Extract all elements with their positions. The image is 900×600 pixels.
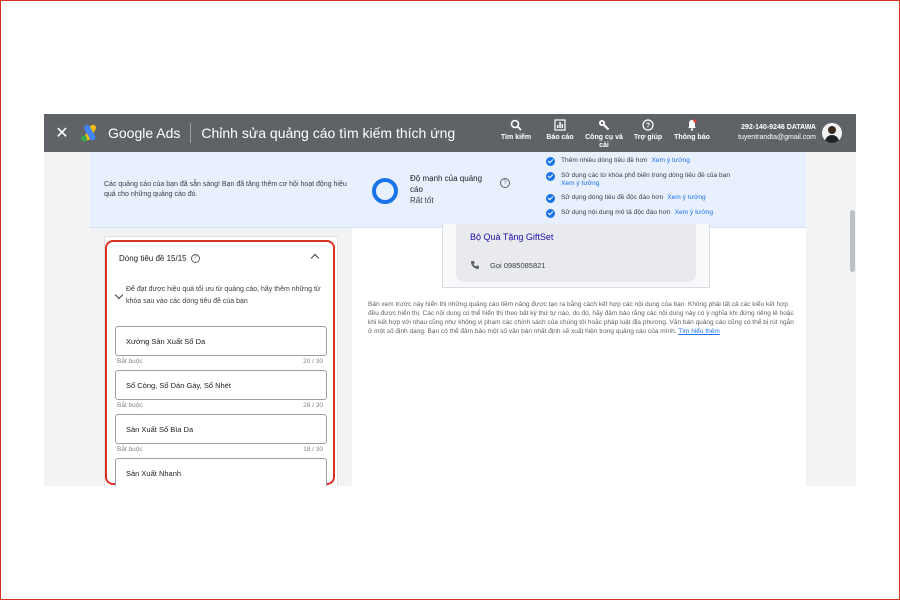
tip-link[interactable]: Xem ý tưởng [675,209,713,216]
search-label: Tìm kiếm [500,134,532,141]
top-bar: ✕ Google Ads Chỉnh sửa quảng cáo tìm kiế… [44,114,856,152]
required-hint: Bắt buộc [117,446,143,453]
reports-label: Báo cáo [546,134,574,141]
ad-strength: Độ mạnh của quảng cáo Rất tốt [410,173,494,206]
headlines-title: Dòng tiêu đề 15/15 ? [119,254,200,263]
help-button[interactable]: ? Trợ giúp [626,114,670,152]
brand-name: Google Ads [108,125,181,141]
ad-strength-tips: Thêm nhiều dòng tiêu đề hơn Xem ý tưởng S… [546,157,796,224]
search-button[interactable]: Tìm kiếm [494,114,538,152]
headline-input-1[interactable]: Xưởng Sản Xuất Sổ Da [115,326,327,356]
account-phone: 292-140-9246 DATAWA [741,124,816,131]
toolbar: Tìm kiếm Báo cáo Công cụ và cài ? Trợ gi… [494,114,714,152]
tip-item: Sử dụng các từ khóa phổ biến trong dòng … [546,172,796,188]
tip-text: Sử dụng dòng tiêu đề độc đáo hơn [561,194,664,201]
page-title: Chỉnh sửa quảng cáo tìm kiếm thích ứng [201,125,456,141]
notifications-button[interactable]: Thông báo [670,114,714,152]
tip-link[interactable]: Xem ý tưởng [561,180,599,187]
char-count: 18 / 30 [303,446,323,453]
check-circle-icon [546,194,555,203]
chevron-down-icon[interactable] [114,292,124,302]
headlines-section: Dòng tiêu đề 15/15 ? Để đạt được hiệu qu… [105,240,335,486]
ad-strength-banner: Các quảng cáo của bạn đã sẵn sàng! Bạn đ… [90,152,806,228]
ad-strength-ring-icon [372,178,398,204]
wrench-icon [598,118,610,132]
headline-input-4[interactable]: Sản Xuất Nhanh [115,458,327,486]
avatar[interactable] [822,123,842,143]
tip-link[interactable]: Xem ý tưởng [667,194,705,201]
check-circle-icon [546,209,555,218]
chevron-up-icon[interactable] [309,251,321,263]
char-count: 28 / 30 [303,402,323,409]
tools-label: Công cụ và cài [585,134,623,149]
notifications-label: Thông báo [674,134,710,141]
ad-strength-value: Rất tốt [410,196,434,205]
headlines-help-icon[interactable]: ? [190,254,200,263]
reports-button[interactable]: Báo cáo [538,114,582,152]
google-ads-logo-icon [80,124,100,142]
scrollbar[interactable] [850,210,855,272]
required-hint: Bắt buộc [117,358,143,365]
tip-item: Sử dụng dòng tiêu đề độc đáo hơn Xem ý tư… [546,194,796,203]
account-email: tuyentrandta@gmail.com [738,134,816,141]
tools-button[interactable]: Công cụ và cài [582,114,626,152]
google-ads-editor: ✕ Google Ads Chỉnh sửa quảng cáo tìm kiế… [44,114,856,486]
search-icon [510,118,522,132]
ad-call-extension[interactable]: Gọi 0985085821 [470,260,545,270]
close-icon[interactable]: ✕ [44,114,80,152]
ad-preview-card: Bộ Quà Tặng GiftSet Gọi 0985085821 [456,224,696,282]
account-info[interactable]: 292-140-9246 DATAWA tuyentrandta@gmail.c… [738,123,816,143]
call-text: Gọi 0985085821 [490,260,546,270]
learn-more-link[interactable]: Tìm hiểu thêm [678,328,720,335]
reports-icon [554,118,566,132]
tip-link[interactable]: Xem ý tưởng [651,157,689,164]
ad-preview-title[interactable]: Bộ Quà Tặng GiftSet [470,232,553,242]
preview-disclaimer: Bản xem trước này hiển thị những quảng c… [368,300,794,336]
headline-meta-3: Bắt buộc 18 / 30 [117,446,323,453]
check-circle-icon [546,157,555,166]
headline-meta-2: Bắt buộc 28 / 30 [117,402,323,409]
tip-item: Sử dụng nội dung mô tả độc đáo hơn Xem ý … [546,209,796,218]
headline-meta-1: Bắt buộc 20 / 30 [117,358,323,365]
headline-input-2[interactable]: Sổ Còng, Sổ Dán Gáy, Sổ Nhét [115,370,327,400]
title-divider [190,123,192,143]
banner-message: Các quảng cáo của bạn đã sẵn sàng! Bạn đ… [104,181,347,198]
ad-strength-help-icon[interactable]: ? [500,178,510,188]
tip-item: Thêm nhiều dòng tiêu đề hơn Xem ý tưởng [546,157,796,166]
check-circle-icon [546,172,555,181]
svg-text:?: ? [646,123,650,130]
required-hint: Bắt buộc [117,402,143,409]
disclaimer-text: Bản xem trước này hiển thị những quảng c… [368,301,794,335]
bell-icon [686,118,698,132]
tip-text: Thêm nhiều dòng tiêu đề hơn [561,157,648,164]
headlines-title-text: Dòng tiêu đề 15/15 [119,254,187,263]
tip-text: Sử dụng các từ khóa phổ biến trong dòng … [561,172,731,179]
help-label: Trợ giúp [633,134,663,141]
char-count: 20 / 30 [303,358,323,365]
headlines-description: Để đạt được hiệu quả tối ưu từ quảng cáo… [126,286,321,305]
phone-icon [470,260,480,270]
headline-input-3[interactable]: Sản Xuất Sổ Bìa Da [115,414,327,444]
tip-text: Sử dụng nội dung mô tả độc đáo hơn [561,209,671,216]
help-icon: ? [642,118,654,132]
ad-strength-label: Độ mạnh của quảng cáo [410,174,483,194]
